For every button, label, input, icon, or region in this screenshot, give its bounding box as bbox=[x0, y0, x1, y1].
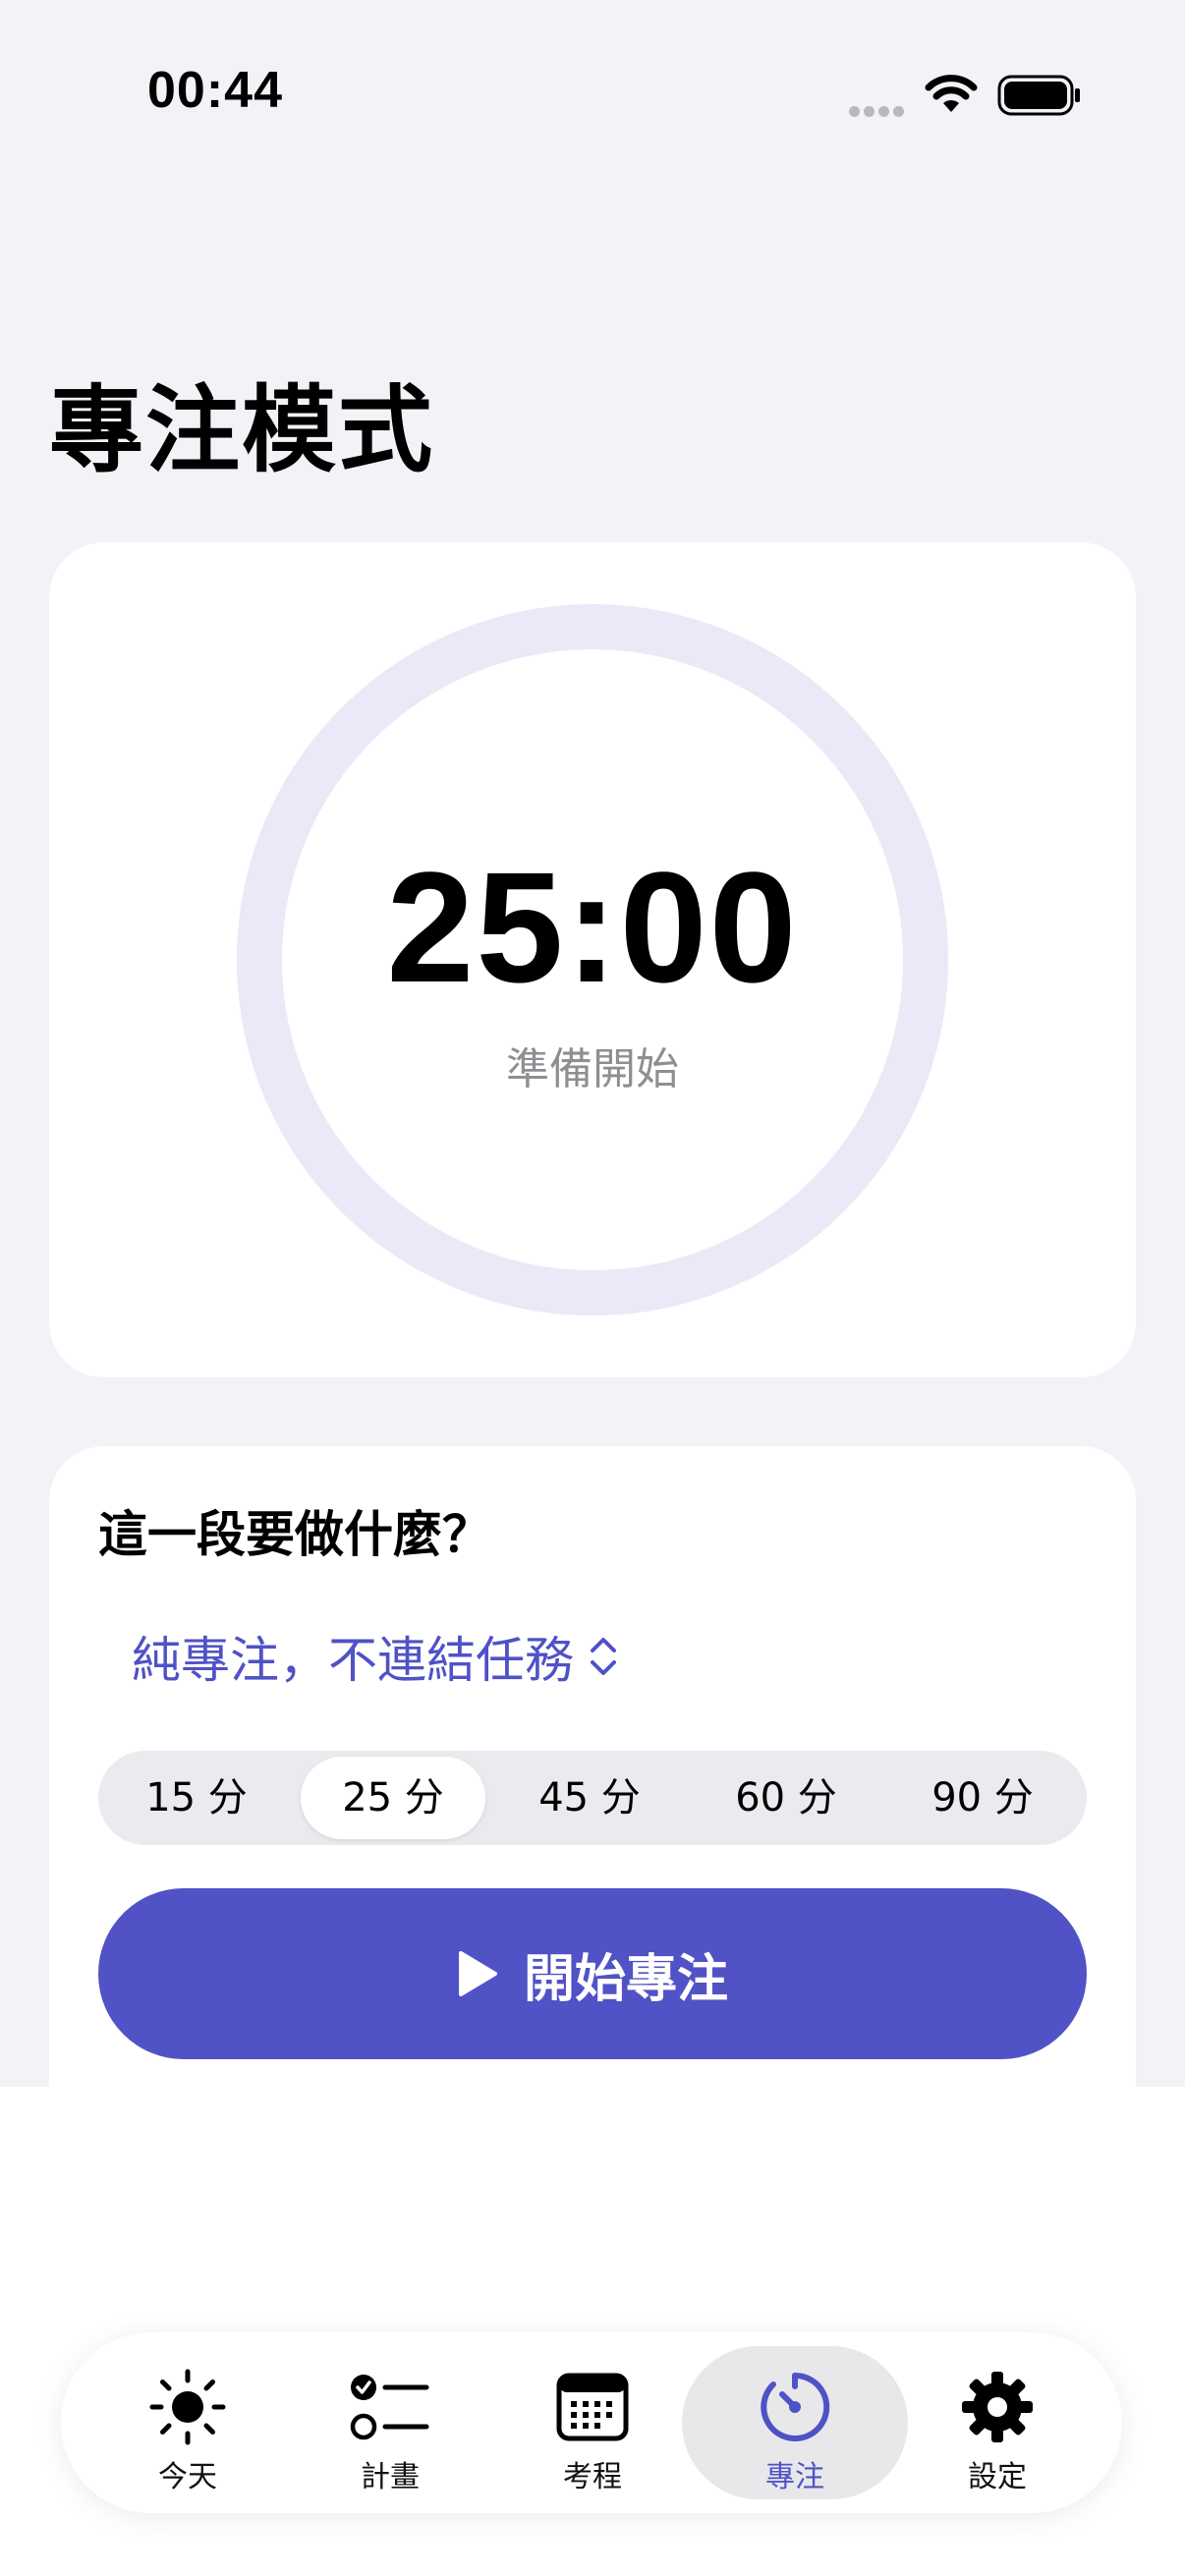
page-title: 專注模式 bbox=[49, 375, 434, 485]
tab-today[interactable]: 今天 bbox=[75, 2346, 301, 2499]
tab-plan[interactable]: 計畫 bbox=[277, 2346, 503, 2499]
duration-selector: 15 分 25 分 45 分 60 分 90 分 bbox=[98, 1751, 1087, 1845]
checklist-icon bbox=[350, 2375, 429, 2440]
tab-exams[interactable]: 考程 bbox=[480, 2346, 705, 2499]
timer-status: 準備開始 bbox=[506, 1044, 679, 1094]
task-picker-label: 純專注，不連結任務 bbox=[132, 1632, 574, 1689]
tab-label: 考程 bbox=[563, 2460, 622, 2494]
timer-card: 25:00 準備開始 bbox=[49, 542, 1136, 1377]
tab-label: 計畫 bbox=[361, 2460, 420, 2494]
duration-option-45[interactable]: 45 分 bbox=[497, 1757, 682, 1839]
chevron-up-down-icon bbox=[591, 1638, 616, 1675]
calendar-icon bbox=[556, 2373, 629, 2441]
session-question: 這一段要做什麼？ bbox=[98, 1506, 491, 1563]
tab-settings[interactable]: 設定 bbox=[884, 2346, 1110, 2499]
status-bar: 00:44 bbox=[0, 0, 1185, 196]
start-focus-button[interactable]: 開始專注 bbox=[98, 1888, 1087, 2059]
sun-icon bbox=[149, 2369, 226, 2445]
battery-icon bbox=[997, 75, 1080, 116]
status-time: 00:44 bbox=[147, 62, 283, 119]
duration-option-25[interactable]: 25 分 bbox=[301, 1757, 485, 1839]
duration-option-60[interactable]: 60 分 bbox=[694, 1757, 878, 1839]
session-setup-card: 這一段要做什麼？ 純專注，不連結任務 15 分 25 分 45 分 60 分 9… bbox=[49, 1446, 1136, 2134]
duration-option-90[interactable]: 90 分 bbox=[890, 1757, 1075, 1839]
tab-label: 設定 bbox=[968, 2460, 1027, 2494]
tab-focus[interactable]: 專注 bbox=[682, 2346, 908, 2499]
start-focus-label: 開始專注 bbox=[523, 1949, 728, 2009]
wifi-icon bbox=[925, 75, 978, 112]
task-picker[interactable]: 純專注，不連結任務 bbox=[132, 1621, 619, 1692]
tab-bar: 今天 計畫 考程 專注 設定 bbox=[61, 2332, 1122, 2513]
timer-value: 25:00 bbox=[386, 839, 799, 1015]
timer-icon bbox=[761, 2372, 830, 2441]
tab-label: 專注 bbox=[765, 2460, 824, 2494]
cellular-signal-icon bbox=[849, 102, 908, 121]
duration-option-15[interactable]: 15 分 bbox=[104, 1757, 289, 1839]
gear-icon bbox=[962, 2372, 1033, 2442]
tab-label: 今天 bbox=[158, 2460, 217, 2494]
play-icon bbox=[458, 1951, 497, 1996]
